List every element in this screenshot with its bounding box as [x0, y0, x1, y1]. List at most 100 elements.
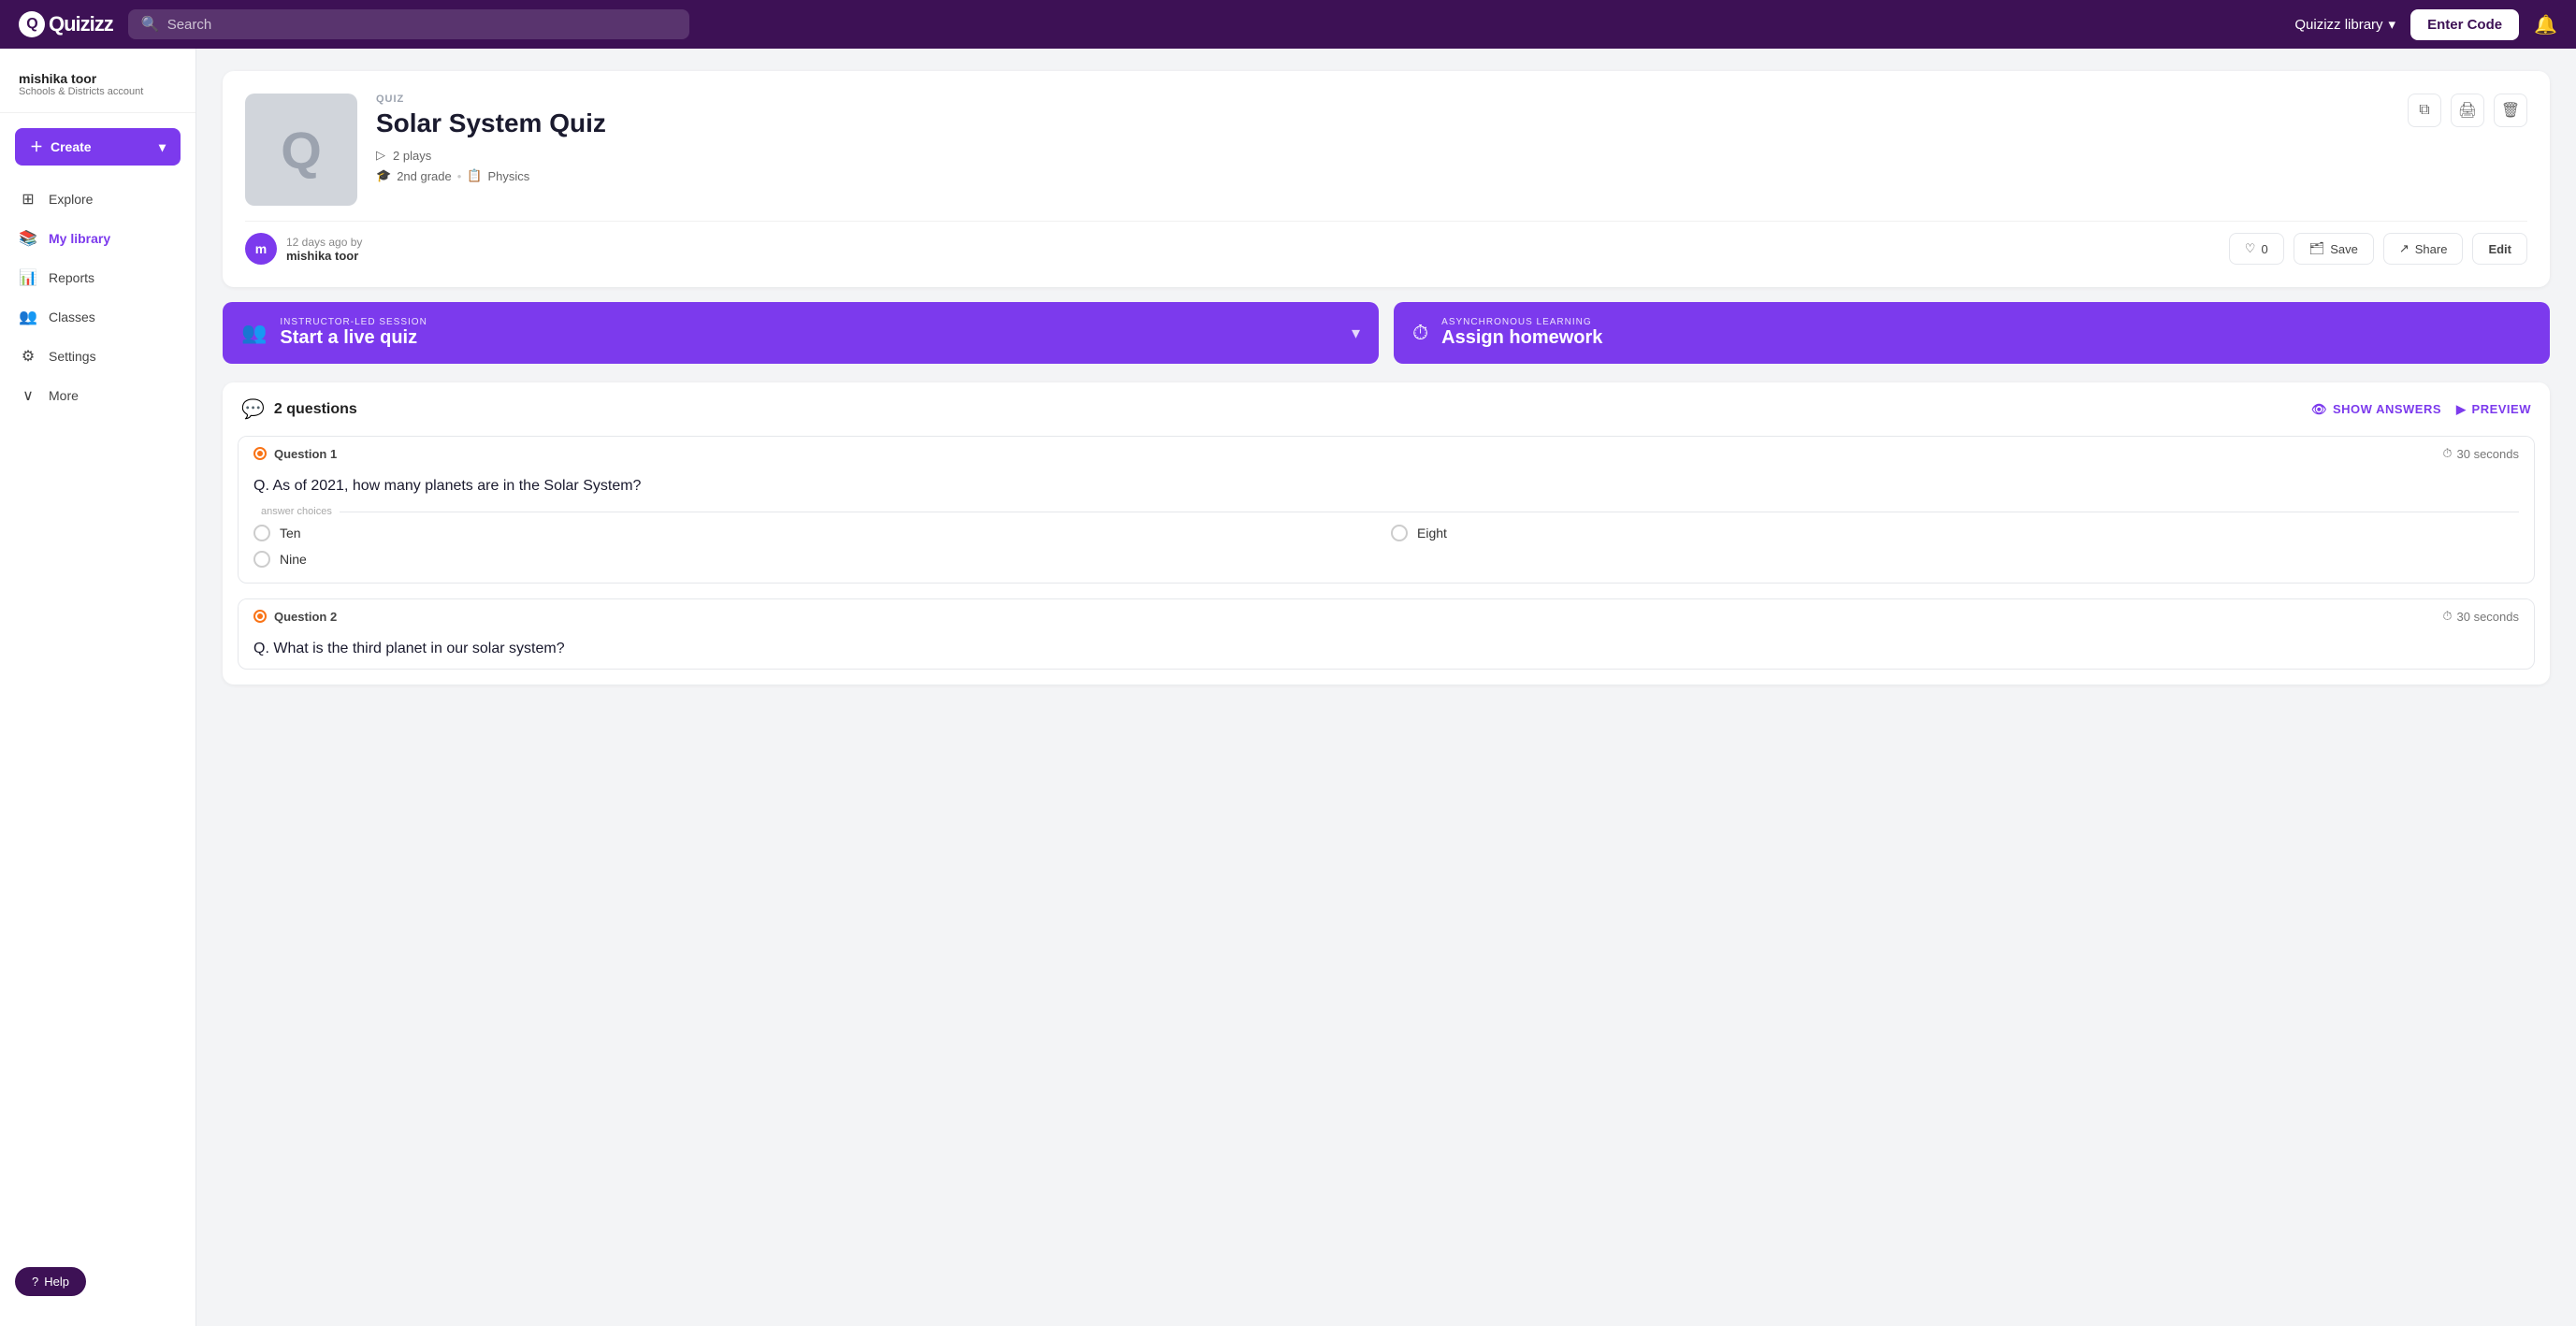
quiz-badge: QUIZ	[376, 94, 2389, 105]
live-quiz-icon: 👥	[241, 321, 267, 345]
copy-button[interactable]: ⧉	[2408, 94, 2441, 127]
live-quiz-title: Start a live quiz	[280, 327, 1339, 349]
live-quiz-label: INSTRUCTOR-LED SESSION	[280, 317, 1339, 327]
quiz-info: QUIZ Solar System Quiz ▷ 2 plays 🎓 2nd g…	[376, 94, 2389, 183]
live-quiz-button[interactable]: 👥 INSTRUCTOR-LED SESSION Start a live qu…	[223, 302, 1379, 364]
sidebar-label-more: More	[49, 388, 79, 403]
question-1-label: Question 1	[274, 447, 337, 461]
play-preview-icon: ▶	[2456, 402, 2467, 417]
choice-ten-label: Ten	[280, 526, 301, 540]
save-button[interactable]: 🗂 Save	[2294, 233, 2374, 265]
question-1-dot	[253, 447, 267, 460]
quiz-subject: Physics	[488, 169, 530, 183]
choice-eight-label: Eight	[1417, 526, 1447, 540]
eye-icon: 👁	[2311, 402, 2327, 417]
question-1-number: Question 1	[253, 447, 337, 461]
topnav-right: Quizizz library ▾ Enter Code 🔔	[2294, 9, 2557, 40]
topnav: Q Quizizz 🔍 Quizizz library ▾ Enter Code…	[0, 0, 2576, 49]
sidebar-item-reports[interactable]: 📊 Reports	[0, 259, 195, 296]
sidebar-label-my-library: My library	[49, 231, 110, 246]
sidebar-item-settings[interactable]: ⚙ Settings	[0, 338, 195, 375]
search-bar[interactable]: 🔍	[128, 9, 689, 39]
create-button[interactable]: ＋ Create ▾	[15, 128, 181, 166]
questions-count: 💬 2 questions	[241, 397, 357, 421]
question-2-header: Question 2 ⏱ 30 seconds	[239, 599, 2534, 633]
question-2-text: Q. What is the third planet in our solar…	[239, 633, 2534, 669]
choice-nine: Nine	[253, 551, 1382, 568]
thumbnail-letter: Q	[281, 120, 322, 180]
author-days-ago: 12 days ago by	[286, 236, 362, 249]
question-1-header: Question 1 ⏱ 30 seconds	[239, 437, 2534, 470]
search-input[interactable]	[167, 17, 676, 33]
subject-icon: 📋	[467, 168, 482, 183]
question-1-time: ⏱ 30 seconds	[2442, 446, 2519, 461]
print-button[interactable]: 🖨	[2451, 94, 2484, 127]
question-1-time-value: 30 seconds	[2457, 447, 2520, 461]
question-card-1: Question 1 ⏱ 30 seconds Q. As of 2021, h…	[238, 436, 2535, 584]
help-label: Help	[44, 1275, 69, 1289]
share-icon: ↗	[2399, 241, 2410, 256]
sidebar-label-explore: Explore	[49, 192, 93, 207]
layout: mishika toor Schools & Districts account…	[0, 49, 2576, 1326]
delete-button[interactable]: 🗑	[2494, 94, 2527, 127]
save-icon: 🗂	[2309, 241, 2325, 256]
sidebar-item-my-library[interactable]: 📚 My library	[0, 220, 195, 257]
quiz-header: Q QUIZ Solar System Quiz ▷ 2 plays 🎓 2nd…	[245, 94, 2527, 206]
homework-label: ASYNCHRONOUS LEARNING	[1441, 317, 2531, 327]
question-1-text: Q. As of 2021, how many planets are in t…	[239, 470, 2534, 506]
help-button[interactable]: ? Help	[15, 1267, 86, 1296]
library-selector[interactable]: Quizizz library ▾	[2294, 16, 2395, 33]
heart-icon: ♡	[2245, 241, 2256, 256]
sidebar-item-explore[interactable]: ⊞ Explore	[0, 180, 195, 218]
author-details: 12 days ago by mishika toor	[286, 236, 362, 263]
share-button[interactable]: ↗ Share	[2383, 233, 2464, 265]
edit-button[interactable]: Edit	[2472, 233, 2527, 265]
assign-homework-button[interactable]: ⏱ ASYNCHRONOUS LEARNING Assign homework	[1394, 302, 2550, 364]
choice-ten: Ten	[253, 525, 1382, 541]
preview-label: PREVIEW	[2472, 402, 2531, 416]
question-2-time-value: 30 seconds	[2457, 610, 2520, 624]
quiz-footer: m 12 days ago by mishika toor ♡ 0 🗂 Save	[245, 221, 2527, 265]
preview-button[interactable]: ▶ PREVIEW	[2456, 402, 2531, 417]
play-icon: ▷	[376, 148, 385, 163]
like-button[interactable]: ♡ 0	[2229, 233, 2284, 265]
quiz-card: Q QUIZ Solar System Quiz ▷ 2 plays 🎓 2nd…	[223, 71, 2550, 287]
author-initial: m	[255, 241, 267, 256]
homework-title: Assign homework	[1441, 327, 2531, 349]
question-2-time: ⏱ 30 seconds	[2442, 609, 2519, 624]
choice-eight-radio	[1391, 525, 1408, 541]
save-label: Save	[2330, 242, 2358, 256]
plays-count: 2 plays	[393, 149, 431, 163]
sidebar-user: mishika toor Schools & Districts account	[0, 64, 195, 113]
question-2-dot	[253, 610, 267, 623]
choices-grid-1: Ten Eight Nine	[239, 525, 2534, 583]
sidebar: mishika toor Schools & Districts account…	[0, 49, 196, 1326]
show-answers-label: SHOW ANSWERS	[2333, 402, 2441, 416]
logo: Q Quizizz	[19, 11, 113, 37]
sidebar-label-settings: Settings	[49, 349, 96, 364]
question-2-label: Question 2	[274, 610, 337, 624]
choice-nine-label: Nine	[280, 552, 307, 567]
session-buttons: 👥 INSTRUCTOR-LED SESSION Start a live qu…	[223, 302, 2550, 364]
share-label: Share	[2415, 242, 2448, 256]
sidebar-item-more[interactable]: ∨ More	[0, 377, 195, 414]
notification-icon[interactable]: 🔔	[2534, 13, 2557, 36]
sidebar-label-reports: Reports	[49, 270, 94, 285]
main-content: Q QUIZ Solar System Quiz ▷ 2 plays 🎓 2nd…	[196, 49, 2576, 1326]
sidebar-bottom: ? Help	[0, 1252, 195, 1311]
likes-count: 0	[2261, 242, 2267, 256]
show-answers-button[interactable]: 👁 SHOW ANSWERS	[2311, 402, 2441, 417]
create-dropdown-icon: ▾	[159, 139, 166, 155]
sidebar-item-classes[interactable]: 👥 Classes	[0, 298, 195, 336]
dot-separator: •	[457, 169, 462, 183]
user-name: mishika toor	[19, 71, 177, 86]
author-avatar: m	[245, 233, 277, 265]
live-quiz-dropdown-icon: ▾	[1352, 324, 1360, 343]
questions-section: 💬 2 questions 👁 SHOW ANSWERS ▶ PREVIEW	[223, 382, 2550, 685]
enter-code-button[interactable]: Enter Code	[2410, 9, 2519, 40]
clock-icon-1: ⏱	[2442, 446, 2452, 461]
quiz-author: m 12 days ago by mishika toor	[245, 233, 362, 265]
quiz-buttons: ♡ 0 🗂 Save ↗ Share Edit	[2229, 233, 2527, 265]
answer-choices-label-1: answer choices	[239, 506, 2534, 525]
homework-icon: ⏱	[1412, 321, 1428, 345]
